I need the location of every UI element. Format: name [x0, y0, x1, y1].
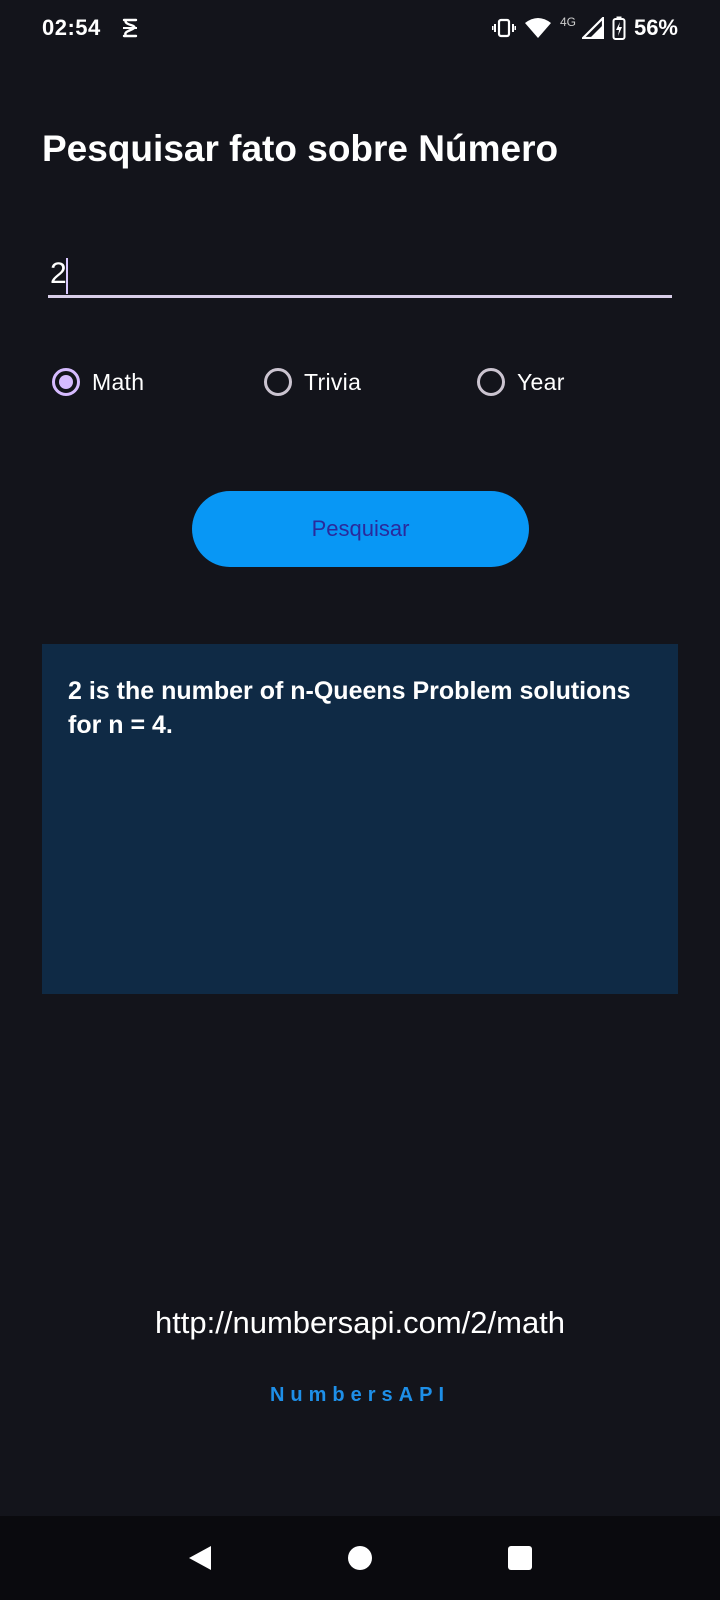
radio-dot [59, 375, 73, 389]
radio-math[interactable]: Math [52, 368, 144, 396]
number-input[interactable] [48, 252, 672, 298]
radio-label-year: Year [517, 368, 565, 395]
status-app-icon [121, 17, 139, 39]
signal-icon [581, 17, 604, 39]
status-bar: 02:54 4G 56% [0, 0, 720, 56]
recents-icon[interactable] [500, 1538, 540, 1578]
result-card: 2 is the number of n-Queens Problem solu… [42, 644, 678, 994]
page-title: Pesquisar fato sobre Número [42, 128, 559, 169]
home-icon[interactable] [340, 1538, 380, 1578]
radio-checked-icon [52, 368, 80, 396]
text-cursor [66, 258, 68, 294]
radio-label-math: Math [92, 368, 145, 395]
search-button[interactable]: Pesquisar [192, 491, 529, 567]
battery-percent: 56% [633, 15, 678, 40]
brand-label: NumbersAPI [269, 1384, 451, 1406]
back-icon[interactable] [180, 1538, 220, 1578]
vibrate-icon [491, 18, 516, 38]
api-url: http://numbersapi.com/2/math [154, 1305, 566, 1340]
radio-year[interactable]: Year [477, 368, 565, 396]
radio-trivia[interactable]: Trivia [264, 368, 361, 396]
radio-label-trivia: Trivia [304, 368, 362, 395]
number-input-wrapper [48, 252, 672, 304]
wifi-icon [524, 17, 552, 39]
status-time: 02:54 [42, 15, 101, 40]
category-radio-group: Math Trivia Year [52, 368, 672, 404]
network-type: 4G [559, 15, 576, 29]
status-left: 02:54 [42, 15, 139, 41]
battery-icon [612, 16, 626, 40]
radio-unchecked-icon [477, 368, 505, 396]
screen: 02:54 4G 56% Pesquisar fato sobre Número… [0, 0, 720, 1600]
status-right: 4G 56% [491, 15, 678, 41]
result-text: 2 is the number of n-Queens Problem solu… [68, 677, 631, 739]
navigation-bar [0, 1516, 720, 1600]
radio-unchecked-icon [264, 368, 292, 396]
